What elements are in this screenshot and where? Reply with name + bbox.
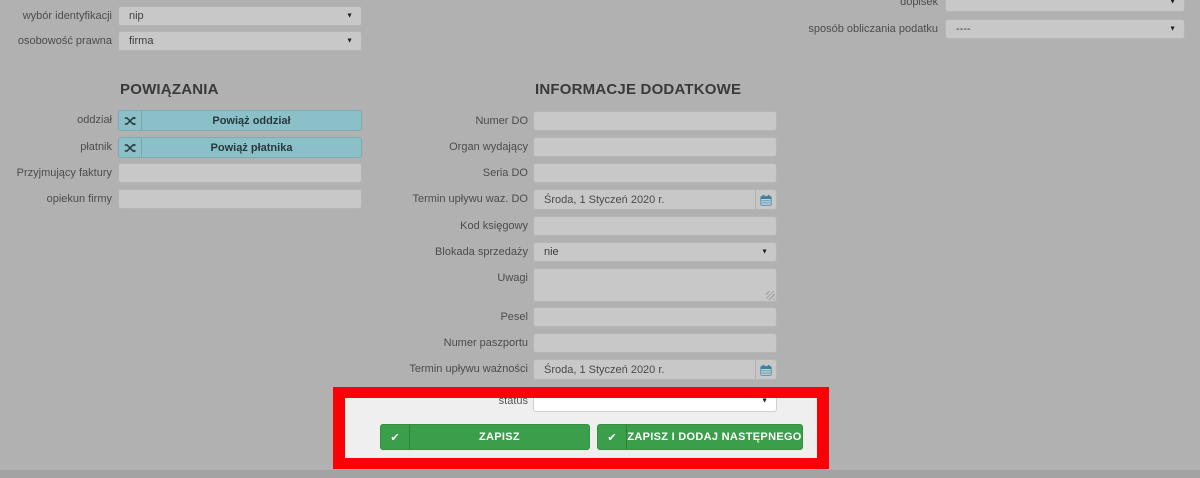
wybor-identyfikacji-select[interactable]: nip ▼ bbox=[118, 6, 362, 26]
chevron-down-icon: ▼ bbox=[761, 248, 768, 256]
kod-ksiegowy-label: Kod księgowy bbox=[460, 220, 528, 232]
termin-waz-do-value: Środa, 1 Styczeń 2020 r. bbox=[544, 193, 665, 206]
oddzial-label: oddział bbox=[77, 114, 112, 126]
sposob-obliczania-podatku-select[interactable]: ---- ▼ bbox=[945, 19, 1185, 39]
termin-waz-do-label: Termin upływu waz. DO bbox=[412, 193, 528, 205]
numer-do-label: Numer DO bbox=[475, 115, 528, 127]
uwagi-textarea[interactable] bbox=[533, 268, 777, 302]
shuffle-icon bbox=[119, 138, 142, 157]
dopisek-label: dopisek bbox=[900, 0, 938, 8]
wybor-identyfikacji-value: nip bbox=[129, 10, 144, 22]
pesel-input[interactable] bbox=[533, 307, 777, 327]
numer-paszportu-field[interactable] bbox=[533, 333, 777, 353]
pesel-field[interactable] bbox=[533, 307, 777, 327]
highlight-frame-bottom bbox=[333, 458, 829, 469]
seria-do-label: Seria DO bbox=[482, 167, 528, 179]
opiekun-firmy-label: opiekun firmy bbox=[46, 193, 112, 205]
osobowosc-prawna-select[interactable]: firma ▼ bbox=[118, 31, 362, 51]
powiazania-section-title: POWIĄZANIA bbox=[120, 81, 219, 98]
osobowosc-prawna-label: osobowość prawna bbox=[17, 35, 112, 47]
numer-do-input[interactable] bbox=[533, 111, 777, 131]
page-bottom-edge bbox=[0, 470, 1200, 478]
kod-ksiegowy-input[interactable] bbox=[533, 216, 777, 236]
informacje-dodatkowe-section-title: INFORMACJE DODATKOWE bbox=[535, 81, 742, 98]
dopisek-select[interactable]: ▼ bbox=[945, 0, 1185, 12]
highlight-frame-right bbox=[817, 387, 829, 469]
wybor-identyfikacji-label: wybór identyfikacji bbox=[22, 10, 112, 22]
numer-paszportu-label: Numer paszportu bbox=[443, 337, 528, 349]
przyjmujacy-faktury-label: Przyjmujący faktury bbox=[16, 167, 112, 179]
chevron-down-icon: ▼ bbox=[1169, 25, 1176, 33]
chevron-down-icon: ▼ bbox=[1169, 0, 1176, 6]
seria-do-input[interactable] bbox=[533, 163, 777, 183]
termin-waznosci-datepicker[interactable]: Środa, 1 Styczeń 2020 r. bbox=[533, 359, 777, 380]
termin-waz-do-datepicker[interactable]: Środa, 1 Styczeń 2020 r. bbox=[533, 189, 777, 210]
zapisz-button[interactable]: ✔ ZAPISZ bbox=[380, 424, 590, 450]
chevron-down-icon: ▼ bbox=[346, 12, 353, 20]
check-icon: ✔ bbox=[598, 425, 627, 449]
pesel-label: Pesel bbox=[500, 311, 528, 323]
chevron-down-icon: ▼ bbox=[761, 397, 768, 404]
seria-do-field[interactable] bbox=[533, 163, 777, 183]
organ-wydajacy-field[interactable] bbox=[533, 137, 777, 157]
kod-ksiegowy-field[interactable] bbox=[533, 216, 777, 236]
numer-do-field[interactable] bbox=[533, 111, 777, 131]
termin-waznosci-value: Środa, 1 Styczeń 2020 r. bbox=[544, 363, 665, 376]
termin-waznosci-label: Termin upływu ważności bbox=[409, 363, 528, 375]
zapisz-i-dodaj-button-label: ZAPISZ I DODAJ NASTĘPNEGO bbox=[627, 431, 802, 443]
shuffle-icon bbox=[119, 111, 142, 130]
zapisz-i-dodaj-button[interactable]: ✔ ZAPISZ I DODAJ NASTĘPNEGO bbox=[597, 424, 803, 450]
blokada-sprzedazy-value: nie bbox=[544, 246, 559, 258]
calendar-icon[interactable] bbox=[755, 360, 776, 379]
platnik-label: płatnik bbox=[80, 141, 112, 153]
chevron-down-icon: ▼ bbox=[346, 37, 353, 45]
blokada-sprzedazy-label: Blokada sprzedaży bbox=[435, 246, 528, 258]
uwagi-field[interactable] bbox=[533, 268, 777, 302]
zapisz-button-label: ZAPISZ bbox=[479, 431, 520, 443]
check-icon: ✔ bbox=[381, 425, 410, 449]
uwagi-label: Uwagi bbox=[497, 272, 528, 284]
highlight-frame-left bbox=[333, 387, 345, 469]
highlight-frame-top bbox=[333, 387, 829, 398]
osobowosc-prawna-value: firma bbox=[129, 35, 154, 47]
resize-grip-icon[interactable] bbox=[766, 291, 775, 300]
sposob-obliczania-podatku-value: ---- bbox=[956, 23, 971, 35]
organ-wydajacy-label: Organ wydający bbox=[449, 141, 528, 153]
customer-edit-form: wybór identyfikacji nip ▼ osobowość prawn… bbox=[0, 0, 1200, 478]
calendar-icon[interactable] bbox=[755, 190, 776, 209]
numer-paszportu-input[interactable] bbox=[533, 333, 777, 353]
sposob-obliczania-podatku-label: sposób obliczania podatku bbox=[808, 23, 938, 35]
blokada-sprzedazy-select[interactable]: nie ▼ bbox=[533, 242, 777, 262]
organ-wydajacy-input[interactable] bbox=[533, 137, 777, 157]
